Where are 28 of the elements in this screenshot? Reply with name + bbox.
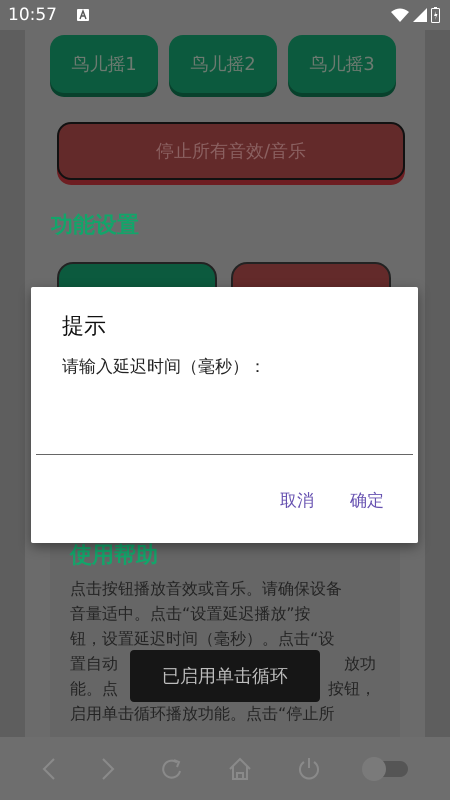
back-icon[interactable] (42, 756, 56, 780)
signal-icon (413, 8, 427, 22)
dialog-button[interactable]: 取消 (268, 483, 326, 518)
sound-button[interactable]: 鸟儿摇3 (288, 35, 396, 93)
section-title: 功能设置 (51, 212, 140, 240)
sound-button[interactable]: 鸟儿摇1 (50, 35, 158, 93)
dialog-button[interactable]: 确定 (338, 483, 396, 518)
power-icon[interactable] (296, 756, 321, 780)
help-text: 启用单击循环播放功能。点击“停止所 (70, 703, 334, 725)
notification-icon (77, 9, 89, 21)
battery-icon (431, 7, 440, 23)
refresh-icon[interactable] (160, 756, 184, 780)
help-text: 置自动 (70, 653, 118, 675)
clock: 10:57 (8, 5, 57, 25)
sound-button[interactable]: 鸟儿摇2 (169, 35, 277, 93)
help-text: 钮，设置延迟时间（毫秒）。点击“设 (70, 628, 334, 650)
help-text: 点击按钮播放音效或音乐。请确保设备 (70, 578, 342, 600)
help-text: 音量适中。点击“设置延迟播放”按 (70, 603, 311, 625)
forward-icon[interactable] (100, 756, 115, 780)
help-text: 能。点 (70, 678, 118, 700)
wifi-icon (391, 8, 409, 22)
dialog-title: 提示 (62, 313, 107, 341)
section-title: 使用帮助 (70, 542, 159, 569)
help-text: 按钮， (328, 678, 376, 700)
dialog-message: 请输入延迟时间（毫秒）： (62, 356, 267, 378)
toast: 已启用单击循环 (130, 650, 320, 702)
home-icon[interactable] (228, 756, 252, 780)
help-text: 放功 (344, 653, 376, 675)
